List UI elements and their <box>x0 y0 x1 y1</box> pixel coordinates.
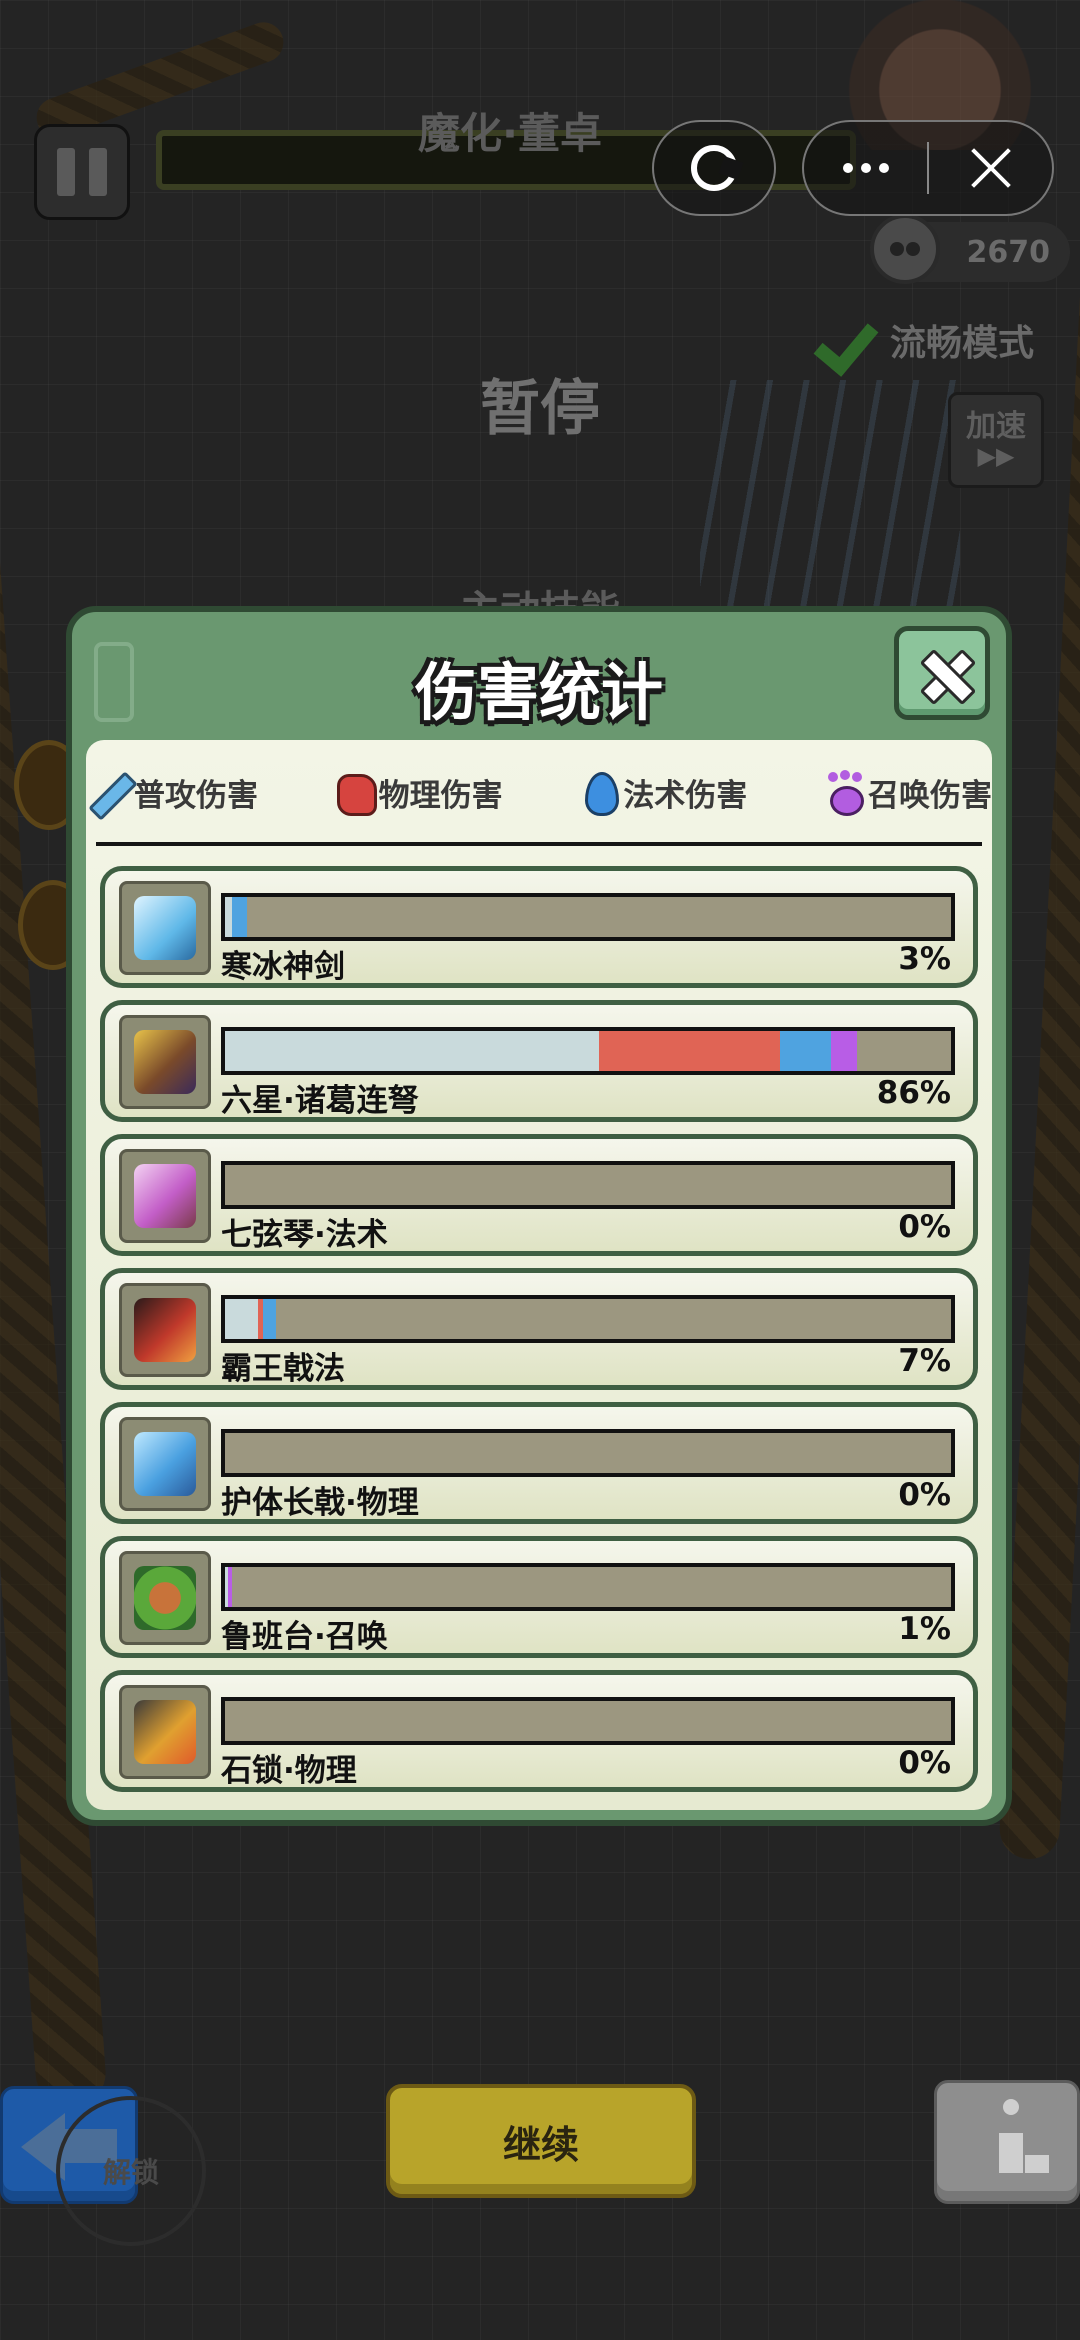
sword-icon <box>90 770 128 814</box>
damage-segment-magic <box>232 897 247 937</box>
damage-percent: 0% <box>898 1209 951 1245</box>
damage-bar <box>221 1027 955 1075</box>
ice-sword-icon <box>119 881 211 975</box>
fast-forward-icon: ▶▶ <box>977 442 1015 471</box>
damage-bar <box>221 1161 955 1209</box>
guard-halberd-icon <box>119 1417 211 1511</box>
stats-panel: 普攻伤害 物理伤害 法术伤害 召唤伤害 寒冰神剑 3% 六星·诸葛连弩 86% … <box>86 740 992 1810</box>
game-center-icon <box>691 145 737 191</box>
skill-damage-row: 护体长戟·物理 0% <box>100 1402 978 1524</box>
skill-name: 寒冰神剑 <box>221 949 345 985</box>
legend-divider <box>96 842 982 846</box>
damage-percent: 7% <box>898 1343 951 1379</box>
damage-segment-magic <box>780 1031 832 1071</box>
mini-game-capsule[interactable] <box>652 120 776 216</box>
damage-segment-physical <box>598 1031 781 1071</box>
damage-stats-modal: 伤害统计 普攻伤害 物理伤害 法术伤害 召唤伤害 寒冰神剑 3% 六星·诸葛连弩… <box>66 606 1012 1826</box>
damage-percent: 0% <box>898 1477 951 1513</box>
skill-name: 护体长戟·物理 <box>221 1485 419 1521</box>
damage-bar <box>221 1429 955 1477</box>
fist-icon <box>335 770 377 816</box>
damage-segment-summon <box>227 1567 233 1607</box>
damage-bar <box>221 893 955 941</box>
legend-label: 法术伤害 <box>623 777 748 814</box>
damage-percent: 86% <box>876 1075 951 1111</box>
close-icon <box>969 146 1013 190</box>
podium-icon <box>973 2099 1049 2173</box>
zither-icon <box>119 1149 211 1243</box>
legend-label: 普攻伤害 <box>134 777 258 814</box>
smooth-mode-label: 流畅模式 <box>890 323 1035 364</box>
stone-lock-icon <box>119 1685 211 1779</box>
skill-damage-row: 霸王戟法 7% <box>100 1268 978 1390</box>
leaderboard-button[interactable] <box>934 2080 1080 2204</box>
paused-label: 暂停 <box>480 374 600 444</box>
damage-percent: 3% <box>898 941 951 977</box>
mini-program-capsule <box>802 120 1054 216</box>
skill-name: 六星·诸葛连弩 <box>221 1083 419 1119</box>
skill-name: 霸王戟法 <box>221 1351 345 1387</box>
more-icon <box>842 163 889 173</box>
boss-name: 魔化·董卓 <box>418 109 602 158</box>
skill-name: 七弦琴·法术 <box>221 1217 388 1253</box>
halberd-icon <box>119 1283 211 1377</box>
damage-percent: 1% <box>898 1611 951 1647</box>
legend-basic-attack: 普攻伤害 <box>90 762 258 822</box>
damage-bar <box>221 1697 955 1745</box>
modal-close-button[interactable] <box>894 626 990 720</box>
skull-icon <box>870 214 940 284</box>
crossbow-icon <box>119 1015 211 1109</box>
damage-percent: 0% <box>898 1745 951 1781</box>
legend-label: 物理伤害 <box>378 777 503 814</box>
legend-physical: 物理伤害 <box>335 762 503 822</box>
skill-damage-row: 六星·诸葛连弩 86% <box>100 1000 978 1122</box>
damage-bar <box>221 1563 955 1611</box>
skill-damage-row: 石锁·物理 0% <box>100 1670 978 1792</box>
damage-segment-summon <box>831 1031 857 1071</box>
unlock-hint: 解锁 <box>56 2096 206 2246</box>
skill-damage-row: 鲁班台·召唤 1% <box>100 1536 978 1658</box>
legend-summon: 召唤伤害 <box>824 762 992 822</box>
damage-segment-magic <box>263 1299 276 1339</box>
more-button[interactable] <box>804 122 927 214</box>
damage-bar <box>221 1295 955 1343</box>
modal-title: 伤害统计 <box>414 656 663 729</box>
skill-damage-row: 寒冰神剑 3% <box>100 866 978 988</box>
damage-type-legend: 普攻伤害 物理伤害 法术伤害 召唤伤害 <box>86 762 992 822</box>
paw-icon <box>824 770 864 816</box>
continue-button[interactable]: 继续 <box>386 2084 696 2198</box>
skill-name: 鲁班台·召唤 <box>221 1619 388 1655</box>
legend-label: 召唤伤害 <box>867 777 992 814</box>
damage-segment-basic <box>225 897 233 937</box>
close-icon <box>899 631 985 715</box>
flame-icon <box>579 770 620 816</box>
skill-damage-row: 七弦琴·法术 0% <box>100 1134 978 1256</box>
luban-platform-icon <box>119 1551 211 1645</box>
pause-button[interactable] <box>34 124 130 220</box>
legend-magic: 法术伤害 <box>579 762 747 822</box>
damage-segment-basic <box>225 1299 258 1339</box>
skill-name: 石锁·物理 <box>221 1753 357 1789</box>
damage-segment-basic <box>225 1031 599 1071</box>
close-mini-program-button[interactable] <box>929 122 1052 214</box>
